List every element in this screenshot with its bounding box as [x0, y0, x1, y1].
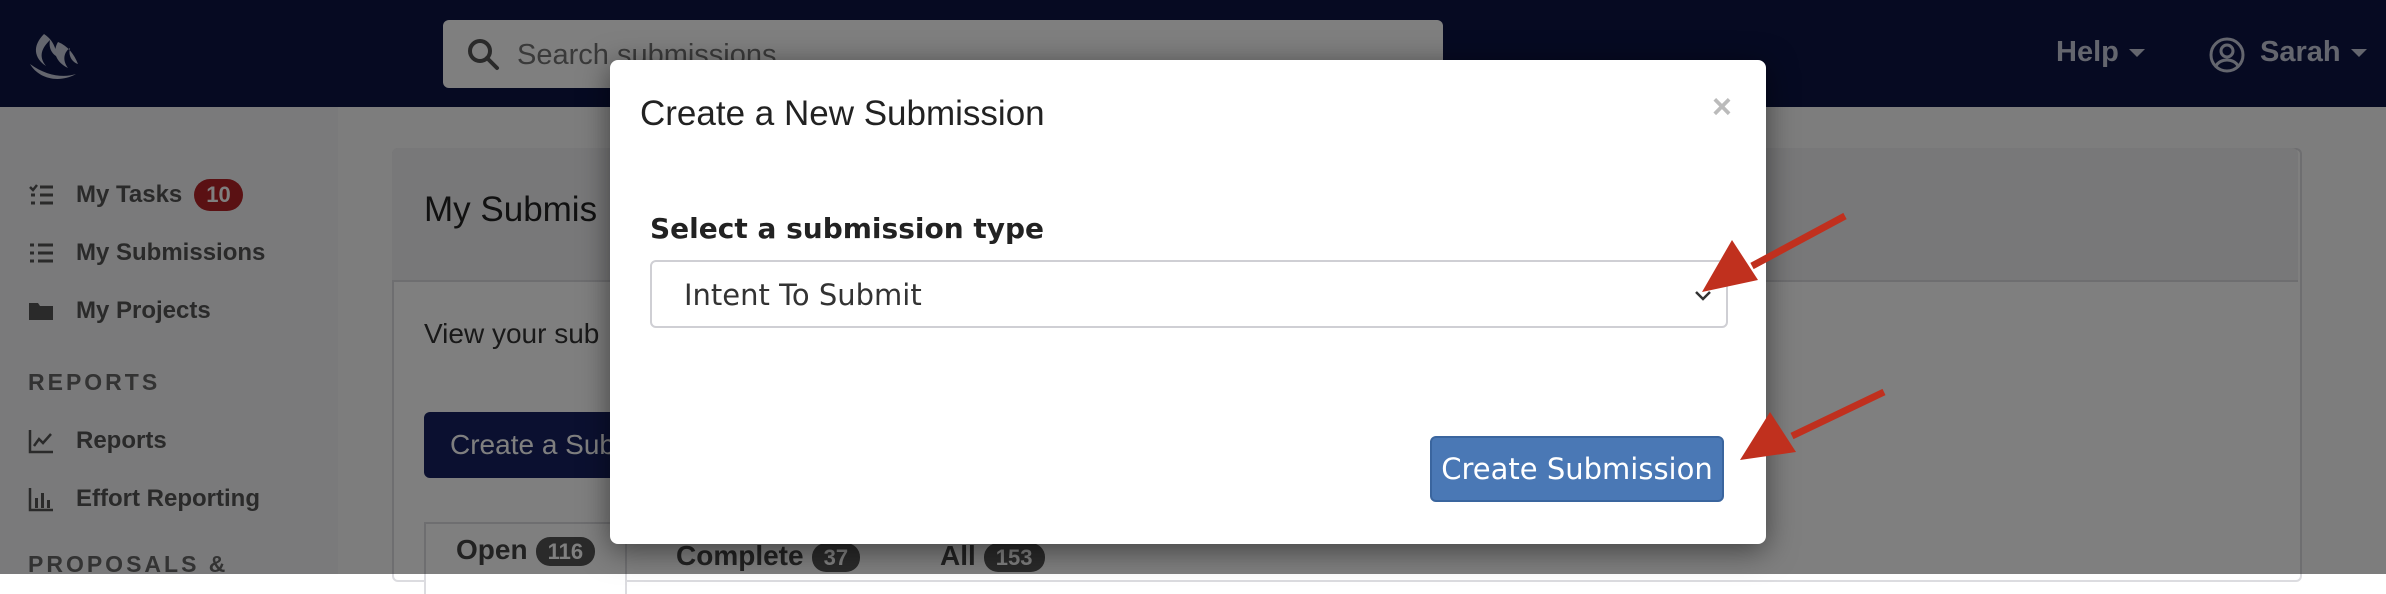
chevron-down-icon [1695, 291, 1711, 301]
close-icon[interactable]: × [1712, 88, 1732, 127]
submission-type-select[interactable]: Intent To Submit [650, 260, 1728, 328]
select-value: Intent To Submit [684, 278, 922, 312]
create-submission-submit-button[interactable]: Create Submission [1430, 436, 1724, 502]
submission-type-label: Select a submission type [650, 212, 1045, 245]
new-submission-modal: Create a New Submission × Select a submi… [610, 60, 1766, 544]
modal-title: Create a New Submission [640, 94, 1045, 133]
